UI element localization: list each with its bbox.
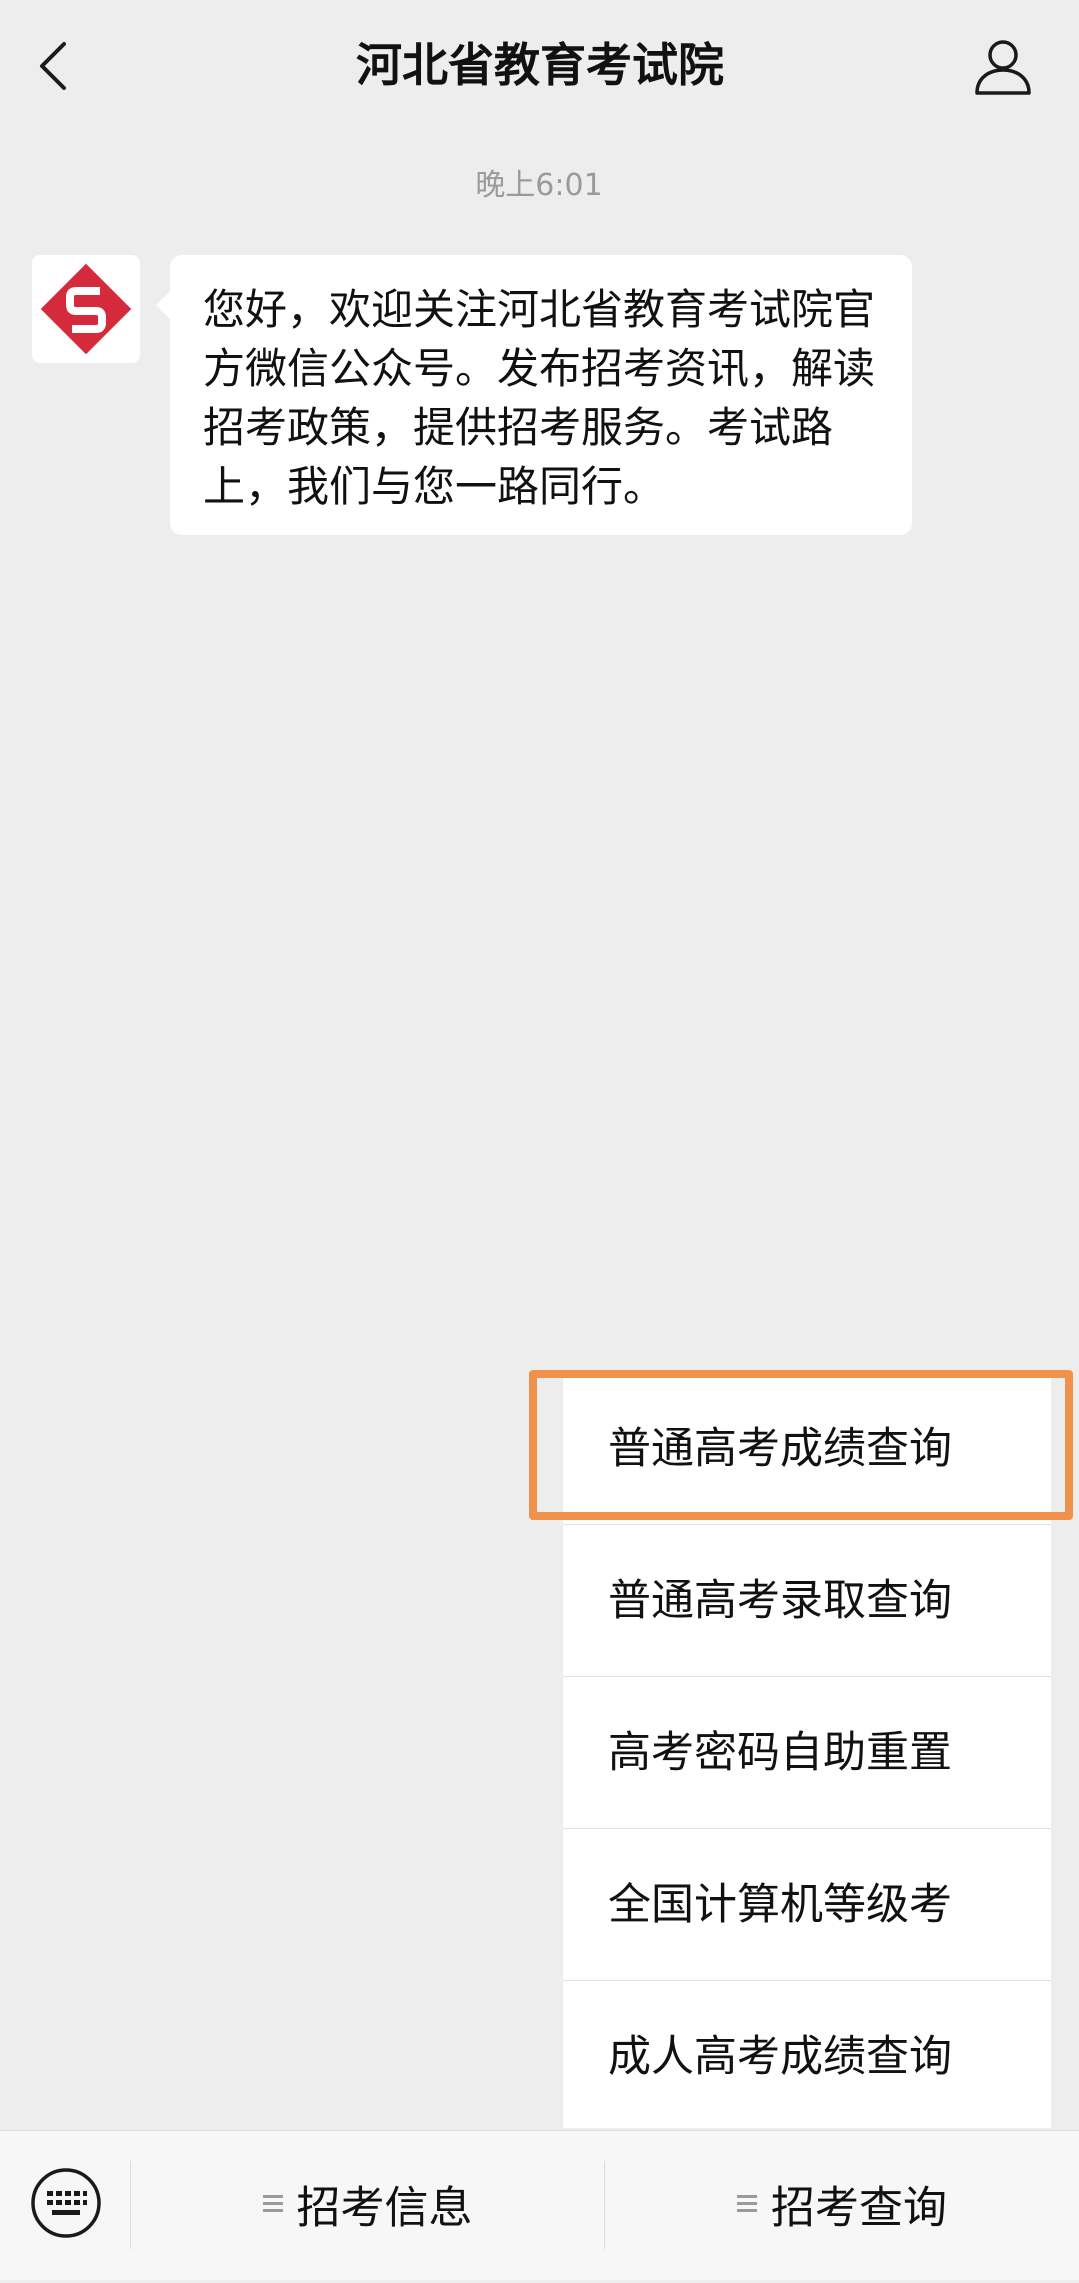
message-bubble[interactable]: 您好，欢迎关注河北省教育考试院官方微信公众号。发布招考资讯，解读招考政策，提供招… bbox=[156, 255, 912, 535]
menu-item-gaokao-admission-query[interactable]: 普通高考录取查询 bbox=[563, 1525, 1051, 1677]
navigation-bar: 河北省教育考试院 bbox=[0, 0, 1079, 130]
submenu-popup: 普通高考成绩查询 普通高考录取查询 高考密码自助重置 全国计算机等级考 成人高考… bbox=[563, 1373, 1051, 2128]
page-title: 河北省教育考试院 bbox=[356, 38, 724, 92]
menu-item-password-reset[interactable]: 高考密码自助重置 bbox=[563, 1677, 1051, 1829]
keyboard-icon bbox=[31, 2168, 101, 2238]
hamburger-icon bbox=[737, 2193, 757, 2215]
message-timestamp: 晚上6:01 bbox=[475, 168, 603, 203]
menu-item-gaokao-score-query[interactable]: 普通高考成绩查询 bbox=[563, 1373, 1051, 1525]
message-text: 您好，欢迎关注河北省教育考试院官方微信公众号。发布招考资讯，解读招考政策，提供招… bbox=[203, 285, 876, 511]
avatar[interactable] bbox=[32, 255, 140, 363]
tab-exam-info-label: 招考信息 bbox=[296, 2182, 473, 2234]
menu-item-adult-exam-score-query[interactable]: 成人高考成绩查询 bbox=[563, 1981, 1051, 2133]
hamburger-icon bbox=[262, 2193, 283, 2215]
bottom-menu-bar: 招考信息 招考查询 bbox=[0, 2130, 1079, 2280]
tab-exam-query-label: 招考查询 bbox=[771, 2182, 947, 2234]
tab-exam-query[interactable]: 招考查询 bbox=[605, 2131, 1079, 2280]
menu-item-computer-rank-exam[interactable]: 全国计算机等级考 bbox=[563, 1829, 1051, 1981]
profile-button[interactable] bbox=[972, 36, 1034, 98]
exam-authority-logo-icon bbox=[40, 263, 132, 355]
tab-exam-info[interactable]: 招考信息 bbox=[131, 2131, 604, 2280]
person-icon bbox=[975, 40, 1031, 95]
chevron-left-icon bbox=[40, 42, 66, 90]
keyboard-toggle-button[interactable] bbox=[30, 2167, 102, 2239]
back-button[interactable] bbox=[28, 36, 84, 96]
